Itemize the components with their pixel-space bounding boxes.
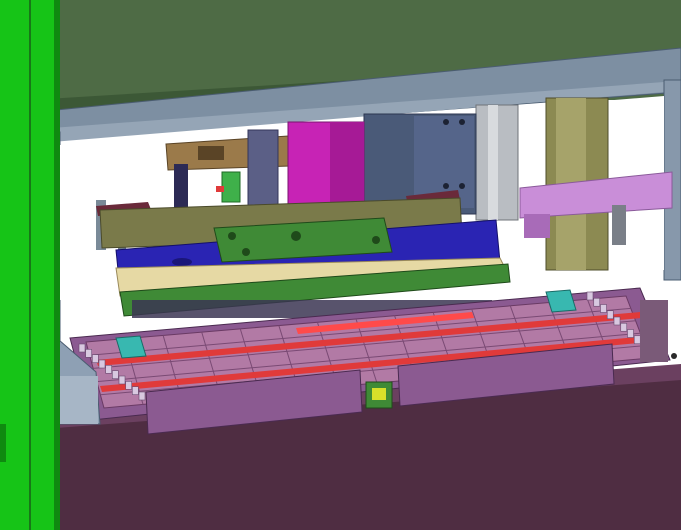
- sensor-red-tip: [216, 186, 224, 192]
- right-grey-block-edge: [488, 105, 498, 220]
- chain-link: [586, 291, 594, 301]
- servo-bolt: [459, 119, 465, 125]
- plate-hole: [372, 236, 380, 244]
- cad-scene: [0, 0, 681, 530]
- plate-hole: [228, 232, 236, 240]
- tan-bracket-slot: [198, 146, 224, 160]
- green-side-panel-edge: [54, 0, 60, 530]
- plate-hole: [291, 231, 301, 241]
- chain-link: [613, 316, 621, 326]
- chain-link: [98, 359, 106, 369]
- chain-link: [627, 329, 634, 338]
- chain-link: [633, 335, 641, 345]
- servo-bolt: [443, 183, 449, 189]
- chain-link: [138, 391, 146, 401]
- chain-link: [85, 349, 92, 358]
- chain-link: [118, 375, 126, 385]
- chain-link: [600, 304, 607, 313]
- lilac-rail-bracket: [524, 214, 550, 238]
- blue-plate-hole: [172, 258, 192, 266]
- rail-stop-block: [612, 205, 626, 245]
- chain-link: [620, 322, 628, 332]
- center-clamp-core: [372, 388, 386, 400]
- green-panel-notch: [0, 424, 6, 462]
- chain-link: [606, 310, 614, 320]
- cyan-carrier-block: [115, 335, 147, 359]
- chain-link: [78, 343, 86, 353]
- chain-link: [125, 381, 132, 390]
- plate-hole: [242, 248, 250, 256]
- cyan-carrier-block: [545, 289, 577, 313]
- servo-bolt: [443, 119, 449, 125]
- grey-box-face: [58, 376, 98, 424]
- chain-link: [132, 386, 139, 395]
- green-side-panel: [0, 0, 58, 530]
- chain-link: [593, 297, 601, 307]
- sensor-block: [221, 171, 241, 203]
- bolt: [671, 353, 677, 359]
- chain-link: [92, 354, 99, 363]
- chain-link: [112, 370, 119, 379]
- servo-bolt: [459, 183, 465, 189]
- right-lower-bracket: [640, 300, 668, 362]
- chain-link: [105, 365, 112, 374]
